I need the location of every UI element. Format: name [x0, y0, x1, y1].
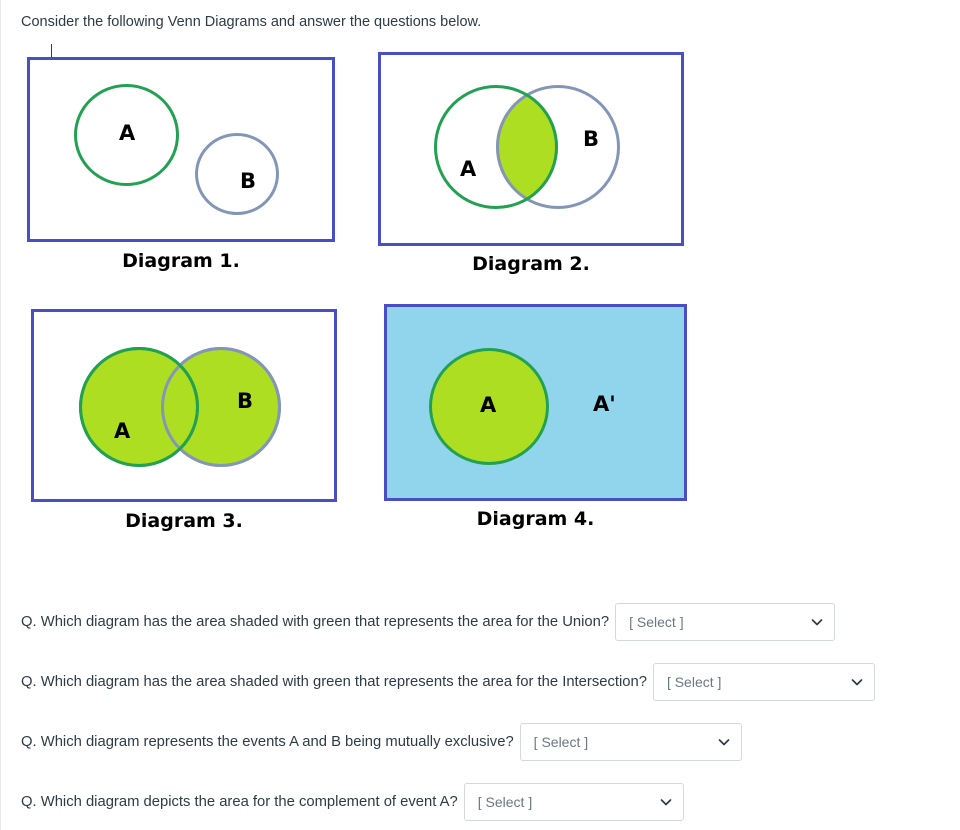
select-mutually-exclusive[interactable]: [ Select ]	[519, 723, 742, 761]
diagram-2: A B Diagram 2.	[378, 52, 688, 277]
select-complement-value: [ Select ]	[477, 794, 533, 810]
chevron-down-icon	[811, 616, 823, 628]
diagram-1-universe-rect	[27, 57, 335, 242]
question-union-text: Q. Which diagram has the area shaded wit…	[21, 614, 610, 630]
intro-text: Consider the following Venn Diagrams and…	[21, 14, 482, 30]
diagram-3: A B Diagram 3.	[31, 309, 341, 541]
diagram-2-caption: Diagram 2.	[472, 253, 590, 275]
diagram-1: A B Diagram 1.	[27, 57, 337, 277]
diagram-4-caption: Diagram 4.	[476, 508, 595, 530]
question-row-complement: Q. Which diagram depicts the area for th…	[21, 783, 684, 821]
diagram-3-caption: Diagram 3.	[125, 510, 243, 532]
diagram-2-label-b: B	[583, 127, 600, 151]
select-intersection[interactable]: [ Select ]	[652, 663, 875, 701]
question-intersection-text: Q. Which diagram has the area shaded wit…	[21, 674, 647, 690]
diagram-2-circle-a	[434, 85, 558, 209]
diagram-3-overlap-outline	[79, 347, 281, 467]
chevron-down-icon	[718, 736, 730, 748]
question-mutually-exclusive-text: Q. Which diagram represents the events A…	[21, 734, 514, 750]
diagram-1-caption: Diagram 1.	[122, 250, 240, 272]
diagram-4: A A' Diagram 4.	[384, 304, 694, 536]
question-row-union: Q. Which diagram has the area shaded wit…	[21, 603, 836, 641]
select-union[interactable]: [ Select ]	[615, 603, 836, 641]
diagram-3-label-a: A	[114, 419, 131, 443]
page-root: Consider the following Venn Diagrams and…	[0, 0, 960, 830]
diagram-3-label-b: B	[237, 389, 254, 413]
chevron-down-icon	[851, 676, 863, 688]
select-mutually-exclusive-value: [ Select ]	[533, 734, 589, 750]
chevron-down-icon	[660, 796, 672, 808]
question-row-intersection: Q. Which diagram has the area shaded wit…	[21, 663, 875, 701]
diagram-4-label-a-complement: A'	[593, 392, 616, 416]
question-complement-text: Q. Which diagram depicts the area for th…	[21, 794, 458, 810]
select-complement[interactable]: [ Select ]	[463, 783, 684, 821]
select-union-value: [ Select ]	[629, 614, 684, 630]
diagram-1-label-b: B	[240, 169, 257, 193]
diagram-1-label-a: A	[119, 121, 136, 145]
question-row-mutually-exclusive: Q. Which diagram represents the events A…	[21, 723, 742, 761]
diagram-4-label-a: A	[480, 393, 497, 417]
select-intersection-value: [ Select ]	[666, 674, 722, 690]
diagram-2-label-a: A	[460, 157, 477, 181]
diagram-1-circle-b	[195, 133, 279, 215]
